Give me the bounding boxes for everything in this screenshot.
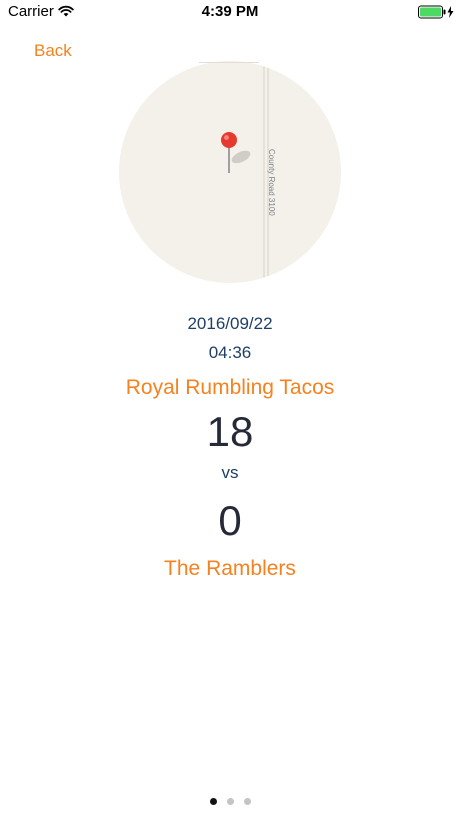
away-team-score: 0 xyxy=(218,497,242,544)
location-map[interactable]: County Road 3100 xyxy=(119,61,341,283)
game-date: 2016/09/22 xyxy=(187,314,273,333)
page-control[interactable] xyxy=(0,798,460,805)
road-label: County Road 3100 xyxy=(267,149,276,216)
status-time: 4:39 PM xyxy=(201,3,259,20)
versus-label: vs xyxy=(221,463,239,482)
page-dot-2[interactable] xyxy=(226,798,234,805)
status-bar: Carrier 4:39 PM xyxy=(0,0,460,24)
home-team-name: Royal Rumbling Tacos xyxy=(125,376,335,399)
page-dot-3[interactable] xyxy=(243,798,251,805)
battery-charging-icon xyxy=(418,5,454,19)
game-time: 04:36 xyxy=(208,343,252,362)
home-team-score: 18 xyxy=(206,408,254,455)
back-button[interactable]: Back xyxy=(34,41,72,61)
away-team-name: The Ramblers xyxy=(164,557,296,580)
page-dot-1[interactable] xyxy=(209,798,217,805)
